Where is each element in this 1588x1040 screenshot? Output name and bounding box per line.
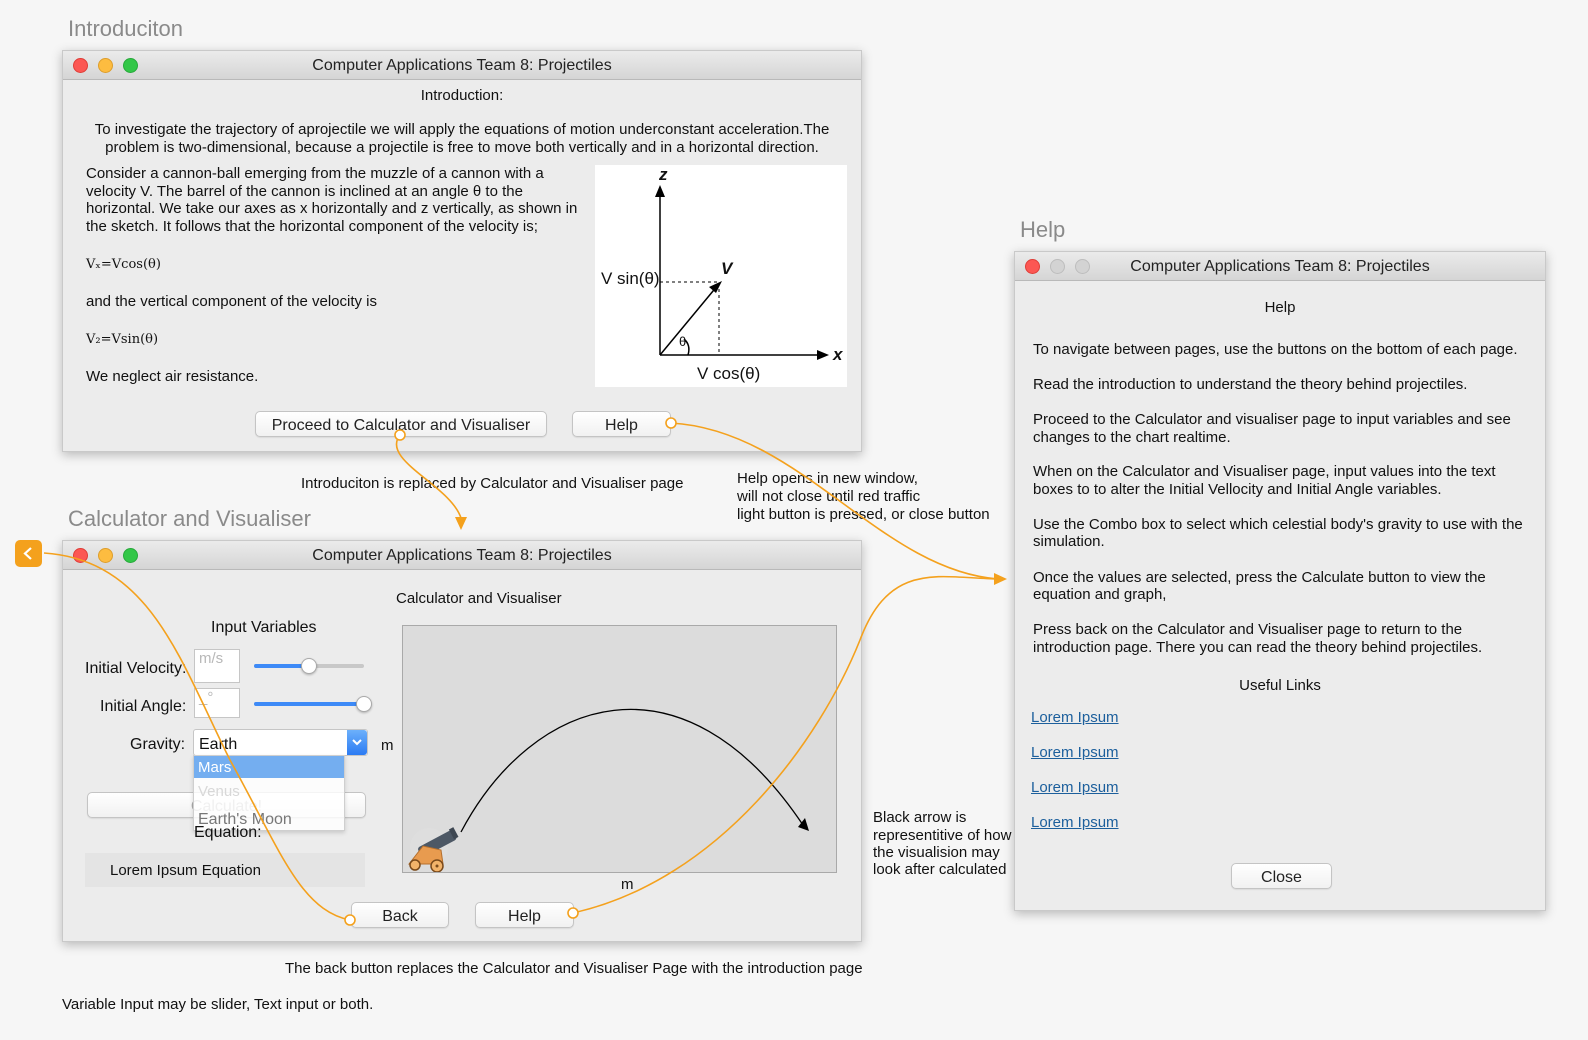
help-window: Computer Applications Team 8: Projectile… <box>1014 251 1546 911</box>
help-note-line: will not close until red traffic <box>737 488 921 505</box>
intro-heading: Introduction: <box>420 87 504 104</box>
velocity-placeholder: m/s <box>199 650 224 667</box>
intro-text-line: horizontal. We take our axes as x horizo… <box>86 200 578 217</box>
intro-paragraph-line: problem is two-dimensional, because a pr… <box>105 139 819 156</box>
arrow-note-line: representitive of how <box>873 827 1012 844</box>
velocity-slider[interactable] <box>254 658 364 674</box>
velocity-slider-thumb[interactable] <box>301 658 317 674</box>
variable-note: Variable Input may be slider, Text input… <box>62 996 374 1013</box>
trajectory-chart <box>402 625 837 873</box>
vsin-label: V sin(θ) <box>601 269 660 288</box>
gravity-dropdown-list: Mars Venus Earth's Moon <box>193 755 345 831</box>
x-axis-label: x <box>833 345 843 364</box>
arrow-note-line: look after calculated <box>873 861 1007 878</box>
gravity-selected: Earth <box>199 736 238 753</box>
dropdown-option-mars[interactable]: Mars <box>194 756 344 778</box>
trajectory-curve <box>460 708 804 833</box>
vcos-label: V cos(θ) <box>697 364 761 383</box>
equation-vz: V₂=Vsin(θ) <box>86 332 159 347</box>
back-note: The back button replaces the Calculator … <box>285 960 863 977</box>
gravity-label: Gravity: <box>130 736 186 753</box>
window-title: Computer Applications Team 8: Projectile… <box>312 547 612 564</box>
help-paragraph: Press back on the Calculator and Visuali… <box>1033 621 1463 638</box>
intro-window: Computer Applications Team 8: Projectile… <box>62 50 862 452</box>
equation-output: Lorem Ipsum Equation <box>85 853 365 887</box>
equation-value: Lorem Ipsum Equation <box>110 862 261 879</box>
close-button[interactable]: Close <box>1231 863 1332 889</box>
useful-link[interactable]: Lorem Ipsum <box>1031 779 1119 796</box>
angle-label: Initial Angle: <box>100 698 187 715</box>
input-variables-heading: Input Variables <box>211 619 317 636</box>
calc-heading: Calculator and Visualiser <box>396 590 562 607</box>
angle-slider-thumb[interactable] <box>356 696 372 712</box>
proceed-button[interactable]: Proceed to Calculator and Visualiser <box>255 411 547 437</box>
calc-help-button[interactable]: Help <box>475 902 574 928</box>
cannon-icon <box>407 827 459 872</box>
calc-titlebar: Computer Applications Team 8: Projectile… <box>63 541 861 570</box>
back-chevron-icon[interactable] <box>15 540 42 567</box>
help-paragraph: To navigate between pages, use the butto… <box>1033 341 1518 358</box>
help-note-line: light button is pressed, or close button <box>737 506 990 523</box>
intro-paragraph-line: To investigate the trajectory of aprojec… <box>94 121 830 138</box>
useful-link[interactable]: Lorem Ipsum <box>1031 744 1119 761</box>
help-section-title: Help <box>1020 217 1066 242</box>
help-titlebar: Computer Applications Team 8: Projectile… <box>1015 252 1545 281</box>
intro-section-title: Introduciton <box>68 16 183 41</box>
air-resistance-text: We neglect air resistance. <box>86 368 259 385</box>
proceed-arrowhead <box>455 517 467 530</box>
useful-link[interactable]: Lorem Ipsum <box>1031 709 1119 726</box>
velocity-diagram: z x V V sin(θ) V cos(θ) θ <box>595 165 847 387</box>
velocity-input[interactable]: m/s <box>194 649 240 683</box>
arrow-note-line: Black arrow is <box>873 809 967 826</box>
help-button[interactable]: Help <box>572 411 671 437</box>
window-title: Computer Applications Team 8: Projectile… <box>1130 258 1430 275</box>
angle-input[interactable]: _° <box>194 688 240 718</box>
help-arrowhead <box>994 573 1007 585</box>
intro-text-line: Consider a cannon-ball emerging from the… <box>86 165 544 182</box>
help-paragraph: When on the Calculator and Visualiser pa… <box>1033 463 1496 480</box>
dropdown-option-venus[interactable]: Venus <box>198 783 240 800</box>
equation-label: Equation: <box>194 824 262 841</box>
help-note-line: Help opens in new window, <box>737 470 918 487</box>
useful-link[interactable]: Lorem Ipsum <box>1031 814 1119 831</box>
vertical-component-text: and the vertical component of the veloci… <box>86 293 377 310</box>
help-paragraph: Read the introduction to understand the … <box>1033 376 1468 393</box>
calc-section-title: Calculator and Visualiser <box>68 506 311 531</box>
help-heading: Help <box>1264 299 1296 316</box>
help-paragraph: Once the values are selected, press the … <box>1033 569 1486 586</box>
help-paragraph: simulation. <box>1033 533 1105 550</box>
replace-note: Introduciton is replaced by Calculator a… <box>301 475 684 492</box>
intro-titlebar: Computer Applications Team 8: Projectile… <box>63 51 861 80</box>
gravity-combo[interactable]: Earth <box>193 729 368 756</box>
back-button[interactable]: Back <box>351 902 449 928</box>
theta-label: θ <box>679 334 687 349</box>
useful-links-heading: Useful Links <box>1239 677 1321 694</box>
help-paragraph: changes to the chart realtime. <box>1033 429 1231 446</box>
side-unit-label: m <box>381 737 394 754</box>
angle-placeholder: _° <box>199 689 214 706</box>
bottom-unit-label: m <box>621 876 634 893</box>
intro-text-line: the sketch. It follows that the horizont… <box>86 218 538 235</box>
intro-text-line: velocity V. The barrel of the cannon is … <box>86 183 523 200</box>
chevron-down-icon[interactable] <box>347 730 367 755</box>
equation-vx: Vₓ=Vcos(θ) <box>86 257 161 272</box>
help-paragraph: boxes to to alter the Initial Vellocity … <box>1033 481 1442 498</box>
angle-slider[interactable] <box>254 696 372 712</box>
z-axis-label: z <box>659 165 668 184</box>
help-paragraph: equation and graph, <box>1033 586 1167 603</box>
arrow-note-line: the visualision may <box>873 844 1000 861</box>
calculator-window: Computer Applications Team 8: Projectile… <box>62 540 862 942</box>
help-paragraph: Use the Combo box to select which celest… <box>1033 516 1523 533</box>
help-paragraph: Proceed to the Calculator and visualiser… <box>1033 411 1511 428</box>
window-title: Computer Applications Team 8: Projectile… <box>312 57 612 74</box>
help-paragraph: introduction page. There you can read th… <box>1033 639 1483 656</box>
velocity-label: V <box>721 259 733 278</box>
dropdown-option-label: Mars <box>198 759 232 776</box>
velocity-label: Initial Velocity: <box>85 660 187 677</box>
angle-slider-fill <box>254 702 364 706</box>
